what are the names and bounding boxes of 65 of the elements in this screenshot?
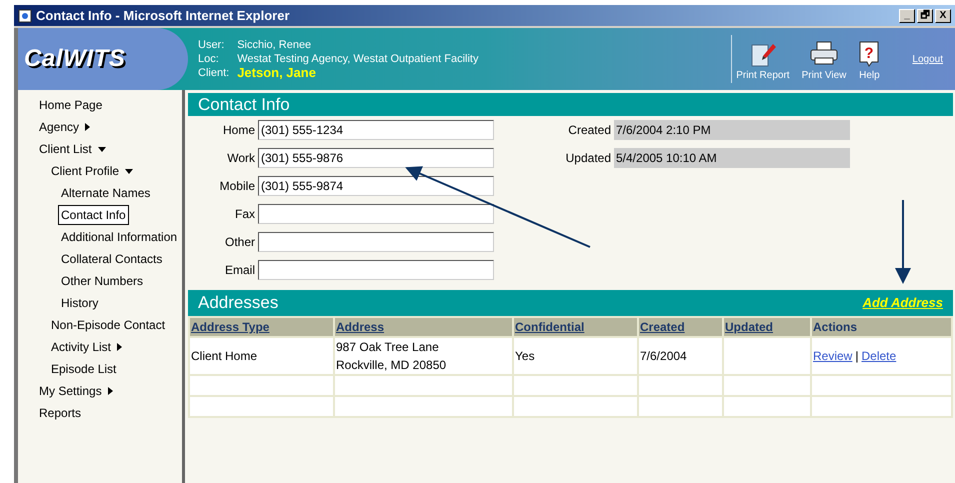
sidebar-item[interactable]: Client Profile — [48, 161, 136, 181]
sidebar-item[interactable]: Collateral Contacts — [58, 249, 166, 269]
sidebar-item[interactable]: Episode List — [48, 359, 120, 379]
delete-link[interactable]: Delete — [861, 349, 896, 363]
section-title: Addresses — [198, 292, 278, 314]
read-only-field: 5/4/2005 10:10 AM — [614, 148, 850, 168]
caret-right-icon — [85, 123, 90, 131]
input-field[interactable] — [258, 260, 494, 280]
caret-down-icon — [125, 168, 134, 174]
sidebar-item[interactable]: Activity List — [48, 337, 126, 357]
input-field[interactable]: (301) 555-1234 — [258, 120, 494, 140]
field-label: Updated — [564, 150, 612, 167]
window-control-button[interactable]: X — [935, 8, 951, 22]
field-label: Client: — [198, 66, 230, 80]
input-field[interactable] — [258, 232, 494, 252]
table-cell-text: 987 Oak Tree Lane Rockville, MD 20850 — [336, 339, 448, 374]
caret-right-icon — [117, 343, 122, 351]
logo: CalWITS — [24, 44, 126, 74]
window-title: Contact Info - Microsoft Internet Explorer — [36, 6, 290, 25]
table-cell: Client Home — [190, 338, 333, 374]
field-label: Work — [226, 150, 256, 167]
toolbar-button[interactable]: ? Help — [858, 40, 880, 83]
sidebar-item[interactable]: Agency — [36, 117, 94, 137]
column-header: Actions — [812, 318, 951, 336]
field-label: Mobile — [218, 178, 256, 195]
sortable-column-header[interactable]: Address Type — [190, 318, 333, 336]
sortable-column-header[interactable]: Address — [335, 318, 512, 336]
field-label: Home — [222, 122, 256, 139]
field-label: Email — [224, 262, 256, 279]
caret-down-icon — [98, 146, 106, 152]
field-label: Created — [567, 122, 612, 139]
sidebar-item[interactable]: Home Page — [36, 95, 106, 115]
separator: | — [855, 349, 858, 363]
field-label: User: — [198, 38, 226, 52]
window-control-button[interactable]: _ — [899, 8, 915, 22]
input-field[interactable]: (301) 555-9876 — [258, 148, 494, 168]
sidebar-item[interactable]: Non-Episode Contact — [48, 315, 168, 335]
section-header: Contact Info — [188, 93, 953, 116]
sidebar-item[interactable]: My Settings — [36, 381, 116, 401]
table-cell: Yes — [514, 338, 637, 374]
sidebar-item[interactable]: Contact Info — [58, 205, 129, 225]
input-field[interactable]: (301) 555-9874 — [258, 176, 494, 196]
sortable-column-header[interactable]: Confidential — [514, 318, 637, 336]
sortable-column-header[interactable]: Updated — [724, 318, 810, 336]
sidebar-item[interactable]: Reports — [36, 403, 84, 423]
user-name: Sicchio, Renee — [237, 38, 312, 52]
field-label: Loc: — [198, 52, 220, 66]
sidebar-item[interactable]: Other Numbers — [58, 271, 146, 291]
sidebar-item[interactable]: Additional Information — [58, 227, 180, 247]
input-field[interactable] — [258, 204, 494, 224]
sidebar-item[interactable]: History — [58, 293, 102, 313]
read-only-field: 7/6/2004 2:10 PM — [614, 120, 850, 140]
client-name: Jetson, Jane — [237, 66, 317, 80]
caret-right-icon — [108, 387, 113, 395]
sidebar-item[interactable]: Client List — [36, 139, 109, 159]
review-link[interactable]: Review — [813, 349, 852, 363]
sidebar-item[interactable]: Alternate Names — [58, 183, 154, 203]
table-cell: 7/6/2004 — [639, 338, 722, 374]
window-control-button[interactable]: 🗗 — [917, 8, 933, 22]
browser-icon — [18, 8, 32, 22]
sortable-column-header[interactable]: Created — [639, 318, 722, 336]
location: Westat Testing Agency, Westat Outpatient Facility — [237, 52, 478, 66]
field-label: Other — [224, 234, 256, 251]
field-label: Fax — [234, 206, 256, 223]
help-icon: ? — [858, 40, 880, 68]
